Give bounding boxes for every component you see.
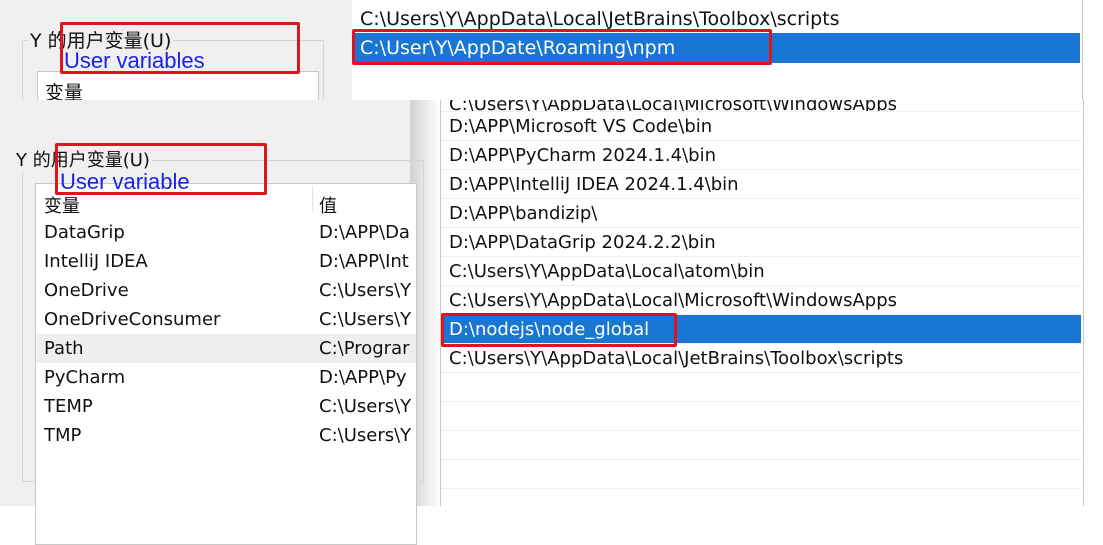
variable-value: D:\APP\Int xyxy=(319,251,409,272)
variable-value: C:\Users\Y xyxy=(319,425,412,446)
table-row[interactable]: DataGrip D:\APP\Da xyxy=(36,218,416,247)
table-row[interactable]: PyCharm D:\APP\Py xyxy=(36,363,416,392)
path-row[interactable]: D:\APP\Microsoft VS Code\bin xyxy=(441,112,1081,141)
path-row-empty[interactable] xyxy=(441,431,1081,460)
variable-name: PyCharm xyxy=(44,367,126,388)
variable-name: IntelliJ IDEA xyxy=(44,251,148,272)
variable-value: D:\APP\Da xyxy=(319,222,410,243)
table-row[interactable]: OneDrive C:\Users\Y xyxy=(36,276,416,305)
path-row[interactable]: D:\APP\bandizip\ xyxy=(441,199,1081,228)
variable-value: C:\Users\Y xyxy=(319,309,412,330)
path-row-empty[interactable] xyxy=(441,373,1081,402)
path-row[interactable]: C:\Users\Y\AppData\Local\JetBrains\Toolb… xyxy=(441,344,1081,373)
path-row-cut[interactable]: C:\Users\Y\AppData\Local\Microsoft\Windo… xyxy=(441,100,1081,112)
path-row[interactable]: D:\APP\PyCharm 2024.1.4\bin xyxy=(441,141,1081,170)
variable-name: OneDrive xyxy=(44,280,129,301)
annotation-text-user-variables: User variables xyxy=(64,48,205,73)
path-row-empty[interactable] xyxy=(441,460,1081,489)
table-row[interactable]: IntelliJ IDEA D:\APP\Int xyxy=(36,247,416,276)
table-row[interactable]: TEMP C:\Users\Y xyxy=(36,392,416,421)
annotation-text-user-variable: User variable xyxy=(60,169,190,194)
path-row[interactable]: C:\Users\Y\AppData\Local\atom\bin xyxy=(441,257,1081,286)
path-row[interactable]: D:\APP\IntelliJ IDEA 2024.1.4\bin xyxy=(441,170,1081,199)
path-entries-list[interactable]: C:\Users\Y\AppData\Local\Microsoft\Windo… xyxy=(440,100,1084,506)
path-row[interactable]: C:\Users\Y\AppData\Local\Microsoft\Windo… xyxy=(441,286,1081,315)
variable-value: C:\Prograr xyxy=(319,338,410,359)
variable-value: C:\Users\Y xyxy=(319,280,412,301)
variable-column-header[interactable]: 变量 xyxy=(44,192,80,218)
variable-value: C:\Users\Y xyxy=(319,396,412,417)
variable-value: D:\APP\Py xyxy=(319,367,407,388)
user-variables-table[interactable]: 变量 值 DataGrip D:\APP\Da IntelliJ IDEA D:… xyxy=(35,183,417,545)
variable-name: TEMP xyxy=(44,396,93,417)
variable-name: TMP xyxy=(44,425,82,446)
path-row-empty[interactable] xyxy=(441,402,1081,431)
annotation-box-node-global xyxy=(441,313,677,347)
column-divider[interactable] xyxy=(312,186,313,212)
table-row[interactable]: OneDriveConsumer C:\Users\Y xyxy=(36,305,416,334)
variable-name: Path xyxy=(44,338,84,359)
table-row-highlighted[interactable]: Path C:\Prograr xyxy=(36,334,416,363)
table-row[interactable]: TMP C:\Users\Y xyxy=(36,421,416,450)
annotation-box-npm-path xyxy=(352,29,772,65)
variable-name: DataGrip xyxy=(44,222,125,243)
path-row[interactable]: D:\APP\DataGrip 2024.2.2\bin xyxy=(441,228,1081,257)
variable-name: OneDriveConsumer xyxy=(44,309,221,330)
value-column-header[interactable]: 值 xyxy=(319,192,337,218)
